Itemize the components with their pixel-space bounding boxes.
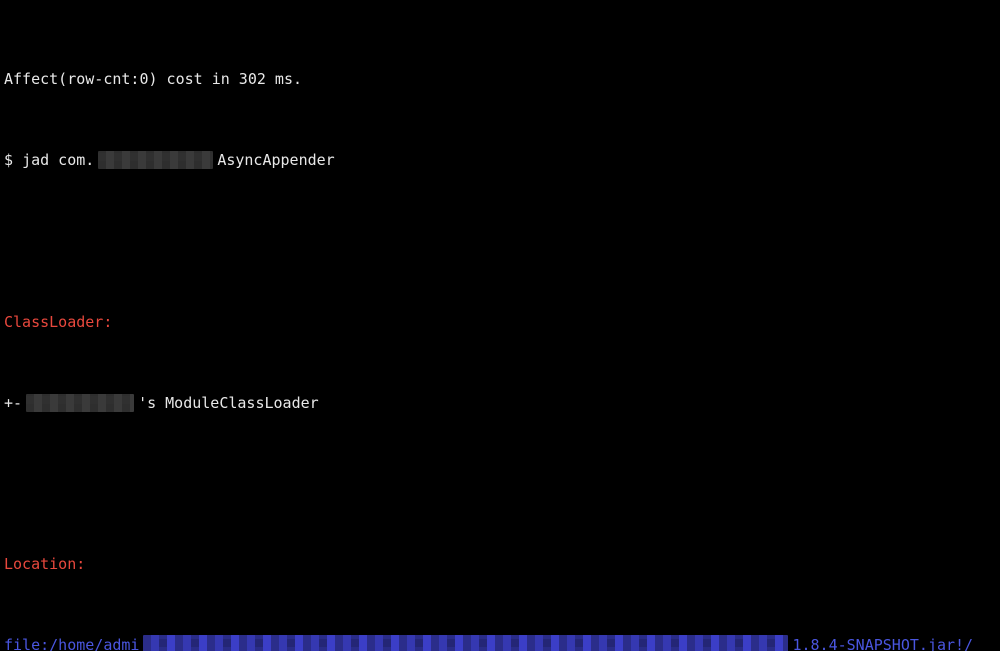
- location-header: Location:: [4, 554, 85, 574]
- tree-branch: +-: [4, 393, 22, 413]
- redacted-location-path: [143, 635, 788, 651]
- redacted-classloader-name: [26, 394, 134, 412]
- classloader-suffix: 's ModuleClassLoader: [138, 393, 319, 413]
- terminal-output[interactable]: Affect(row-cnt:0) cost in 302 ms. $ jad …: [0, 0, 1000, 651]
- location-path-post: 1.8.4-SNAPSHOT.jar!/: [792, 635, 973, 651]
- classloader-header: ClassLoader:: [4, 312, 112, 332]
- location-path-pre: file:/home/admi: [4, 635, 139, 651]
- affect-status: Affect(row-cnt:0) cost in 302 ms.: [4, 69, 302, 89]
- shell-prompt: $: [4, 150, 22, 170]
- redacted-package-segment: [98, 151, 213, 169]
- command-jad-pre: jad com.: [22, 150, 94, 170]
- command-jad-post: AsyncAppender: [217, 150, 334, 170]
